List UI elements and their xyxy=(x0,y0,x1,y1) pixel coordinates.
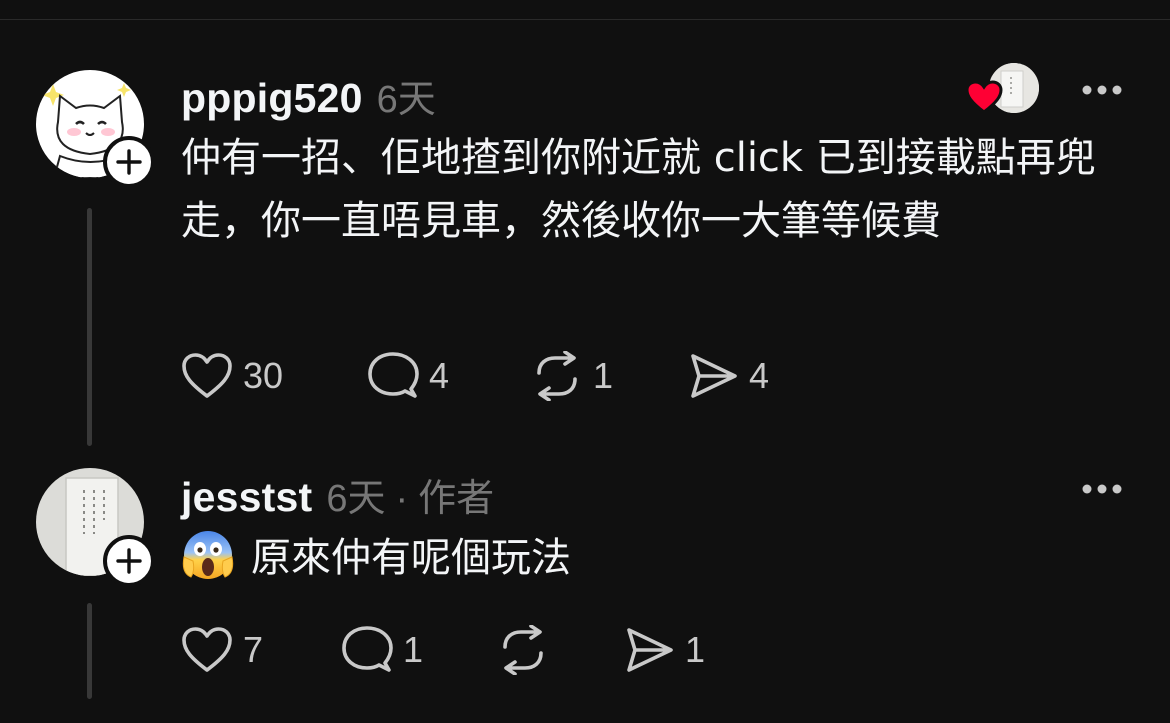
comment-text: 原來仲有呢個玩法 xyxy=(251,535,571,581)
repost-icon xyxy=(503,625,543,675)
plus-icon xyxy=(116,548,142,574)
comment-body: 原來仲有呢個玩法 xyxy=(181,527,1131,590)
follow-add-button[interactable] xyxy=(103,535,155,587)
heart-icon xyxy=(182,627,232,672)
comment-jesstst: jesstst 6天 · 作者 原來仲有呢個玩法 7 1 1 xyxy=(0,0,1170,723)
author-tag: 作者 xyxy=(418,478,495,520)
action-bar: 7 1 1 xyxy=(181,625,721,675)
share-count: 1 xyxy=(685,629,706,670)
more-options-button[interactable] xyxy=(1080,479,1124,499)
screaming-face-emoji-icon xyxy=(182,531,234,579)
like-count: 7 xyxy=(243,629,264,670)
username[interactable]: jesstst xyxy=(181,474,312,521)
thread-line xyxy=(87,603,92,699)
reply-count: 1 xyxy=(403,629,424,670)
comment-meta: jesstst 6天 · 作者 xyxy=(181,467,494,522)
repost-button[interactable] xyxy=(497,625,559,675)
separator: · xyxy=(395,478,409,520)
timestamp[interactable]: 6天 xyxy=(326,467,385,522)
more-dots-icon xyxy=(1082,484,1122,494)
like-button[interactable]: 7 xyxy=(181,625,263,675)
send-icon xyxy=(627,628,673,672)
reply-button[interactable]: 1 xyxy=(341,625,423,675)
comment-bubble-icon xyxy=(342,626,393,672)
share-button[interactable]: 1 xyxy=(623,625,705,675)
